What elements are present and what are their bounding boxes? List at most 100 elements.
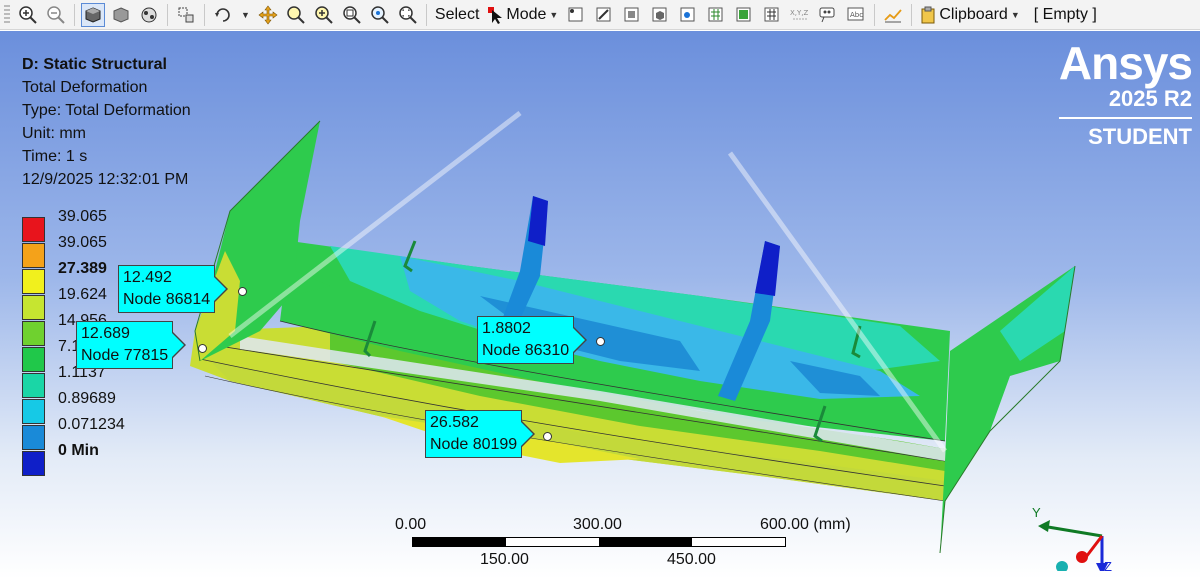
probe-label[interactable]: 26.582 Node 80199: [425, 410, 536, 458]
chevron-down-icon: ▼: [1010, 9, 1020, 20]
mesh-select-icon[interactable]: [760, 3, 784, 27]
zoom-in-icon[interactable]: [312, 3, 336, 27]
scale-label: 150.00: [480, 551, 529, 568]
clipboard-status: [ Empty ]: [1033, 5, 1097, 23]
body-view-icon[interactable]: [81, 2, 105, 27]
probe-label-icon[interactable]: [816, 3, 840, 27]
annotation-icon[interactable]: Abc: [844, 3, 868, 27]
legend-label[interactable]: 39.065: [58, 208, 107, 226]
zoom-out-icon[interactable]: [44, 3, 68, 27]
axis-triad[interactable]: Y Z: [1020, 471, 1130, 571]
legend-label[interactable]: 0.071234: [58, 416, 125, 434]
edge-view-icon[interactable]: [137, 3, 161, 27]
zoom-box-icon[interactable]: [340, 3, 364, 27]
clipboard-dropdown[interactable]: Clipboard ▼: [920, 5, 1020, 24]
chart-icon[interactable]: [881, 3, 905, 27]
legend-swatch[interactable]: [22, 217, 45, 242]
probe-node: Node 77815: [81, 347, 169, 364]
probe-value: 1.8802: [482, 320, 531, 337]
isometric-sphere[interactable]: [1056, 561, 1068, 571]
legend-swatch[interactable]: [22, 347, 45, 372]
scale-bar: [412, 537, 786, 547]
result-time: Time: 1 s: [22, 148, 88, 165]
pan-icon[interactable]: [256, 3, 280, 27]
probe-node: Node 80199: [430, 436, 518, 453]
scale-label: 600.00 (mm): [760, 516, 851, 533]
y-axis-arrow-head: [1038, 520, 1050, 532]
probe-value: 26.582: [430, 414, 479, 431]
probe-point: [238, 287, 247, 296]
element-select-icon[interactable]: [704, 3, 728, 27]
coordinate-icon[interactable]: X,Y,Z: [788, 3, 812, 27]
graphics-toolbar: ▼ Select Mode ▼ X,Y,Z Abc Clipboard ▼ [ Em…: [0, 0, 1200, 30]
clipboard-icon: [921, 6, 935, 23]
legend-label[interactable]: 19.624: [58, 286, 107, 304]
result-info: D: Static Structural Total Deformation T…: [22, 53, 191, 191]
zoom-icon[interactable]: [284, 3, 308, 27]
legend-swatch[interactable]: [22, 269, 45, 294]
x-axis-sphere: [1076, 551, 1088, 563]
mode-dropdown[interactable]: Mode ▼: [487, 6, 558, 24]
legend-swatch[interactable]: [22, 425, 45, 450]
legend-swatch[interactable]: [22, 399, 45, 424]
toolbar-separator: [204, 3, 205, 26]
legend-label[interactable]: 39.065: [58, 234, 107, 252]
scale-bar-segment: [599, 538, 692, 546]
probe-node: Node 86310: [482, 342, 570, 359]
z-axis-label: Z: [1104, 559, 1112, 571]
legend-swatch[interactable]: [22, 451, 45, 476]
legend-label[interactable]: 0 Min: [58, 442, 99, 460]
face-view-icon[interactable]: [109, 3, 133, 27]
legend-swatch[interactable]: [22, 295, 45, 320]
clipboard-label: Clipboard: [939, 5, 1008, 23]
legend-row: 0.071234: [22, 416, 222, 450]
box-select-icon[interactable]: [174, 3, 198, 27]
right-pylon-tip: [755, 241, 780, 296]
scale-bar-segment: [506, 538, 599, 546]
zoom-extents-icon[interactable]: [396, 3, 420, 27]
node-select-icon[interactable]: [676, 3, 700, 27]
legend-swatch[interactable]: [22, 373, 45, 398]
legend-row: 0 Min: [22, 442, 222, 476]
brand-logo-text: Ansys: [1058, 37, 1193, 89]
legend-label[interactable]: 27.389: [58, 260, 107, 278]
result-timestamp: 12/9/2025 12:32:01 PM: [22, 171, 189, 188]
brand-version: 2025 R2: [1108, 86, 1192, 111]
ansys-logo: Ansys 2025 R2 STUDENT: [1058, 37, 1193, 149]
svg-text:X,Y,Z: X,Y,Z: [790, 9, 809, 17]
scale-label: 0.00: [395, 516, 427, 533]
scale-label: 300.00: [573, 516, 622, 533]
legend-swatch[interactable]: [22, 243, 45, 268]
x-axis-arrow: [1084, 535, 1104, 558]
left-pylon-tip: [528, 196, 548, 246]
probe-point: [198, 344, 207, 353]
probe-node: Node 86814: [123, 291, 211, 308]
y-axis-arrow: [1041, 524, 1103, 538]
zoom-fit-icon[interactable]: [16, 3, 40, 27]
element-face-select-icon[interactable]: [732, 3, 756, 27]
toolbar-separator: [167, 3, 168, 26]
probe-label[interactable]: 1.8802 Node 86310: [477, 316, 588, 364]
brand-edition: STUDENT: [1058, 117, 1192, 149]
face-select-icon[interactable]: [620, 3, 644, 27]
legend-row: 39.065: [22, 208, 222, 242]
toolbar-separator: [74, 3, 75, 26]
rotate-dropdown[interactable]: ▼: [241, 10, 250, 20]
toolbar-grip[interactable]: [4, 4, 10, 25]
legend-label[interactable]: 0.89689: [58, 390, 116, 408]
edge-select-icon[interactable]: [592, 3, 616, 27]
probe-point: [596, 337, 605, 346]
graphics-viewport[interactable]: D: Static Structural Total Deformation T…: [0, 31, 1200, 579]
probe-value: 12.492: [123, 269, 172, 286]
analysis-title: D: Static Structural: [22, 56, 167, 73]
result-name: Total Deformation: [22, 79, 148, 96]
select-label[interactable]: Select: [435, 6, 479, 24]
vertex-select-icon[interactable]: [564, 3, 588, 27]
toolbar-separator: [911, 3, 913, 26]
body-select-icon[interactable]: [648, 3, 672, 27]
zoom-selection-icon[interactable]: [368, 3, 392, 27]
legend-swatch[interactable]: [22, 321, 45, 346]
rotate-icon[interactable]: [211, 3, 235, 27]
probe-label[interactable]: 12.689 Node 77815: [76, 321, 187, 369]
probe-label[interactable]: 12.492 Node 86814: [118, 265, 229, 313]
